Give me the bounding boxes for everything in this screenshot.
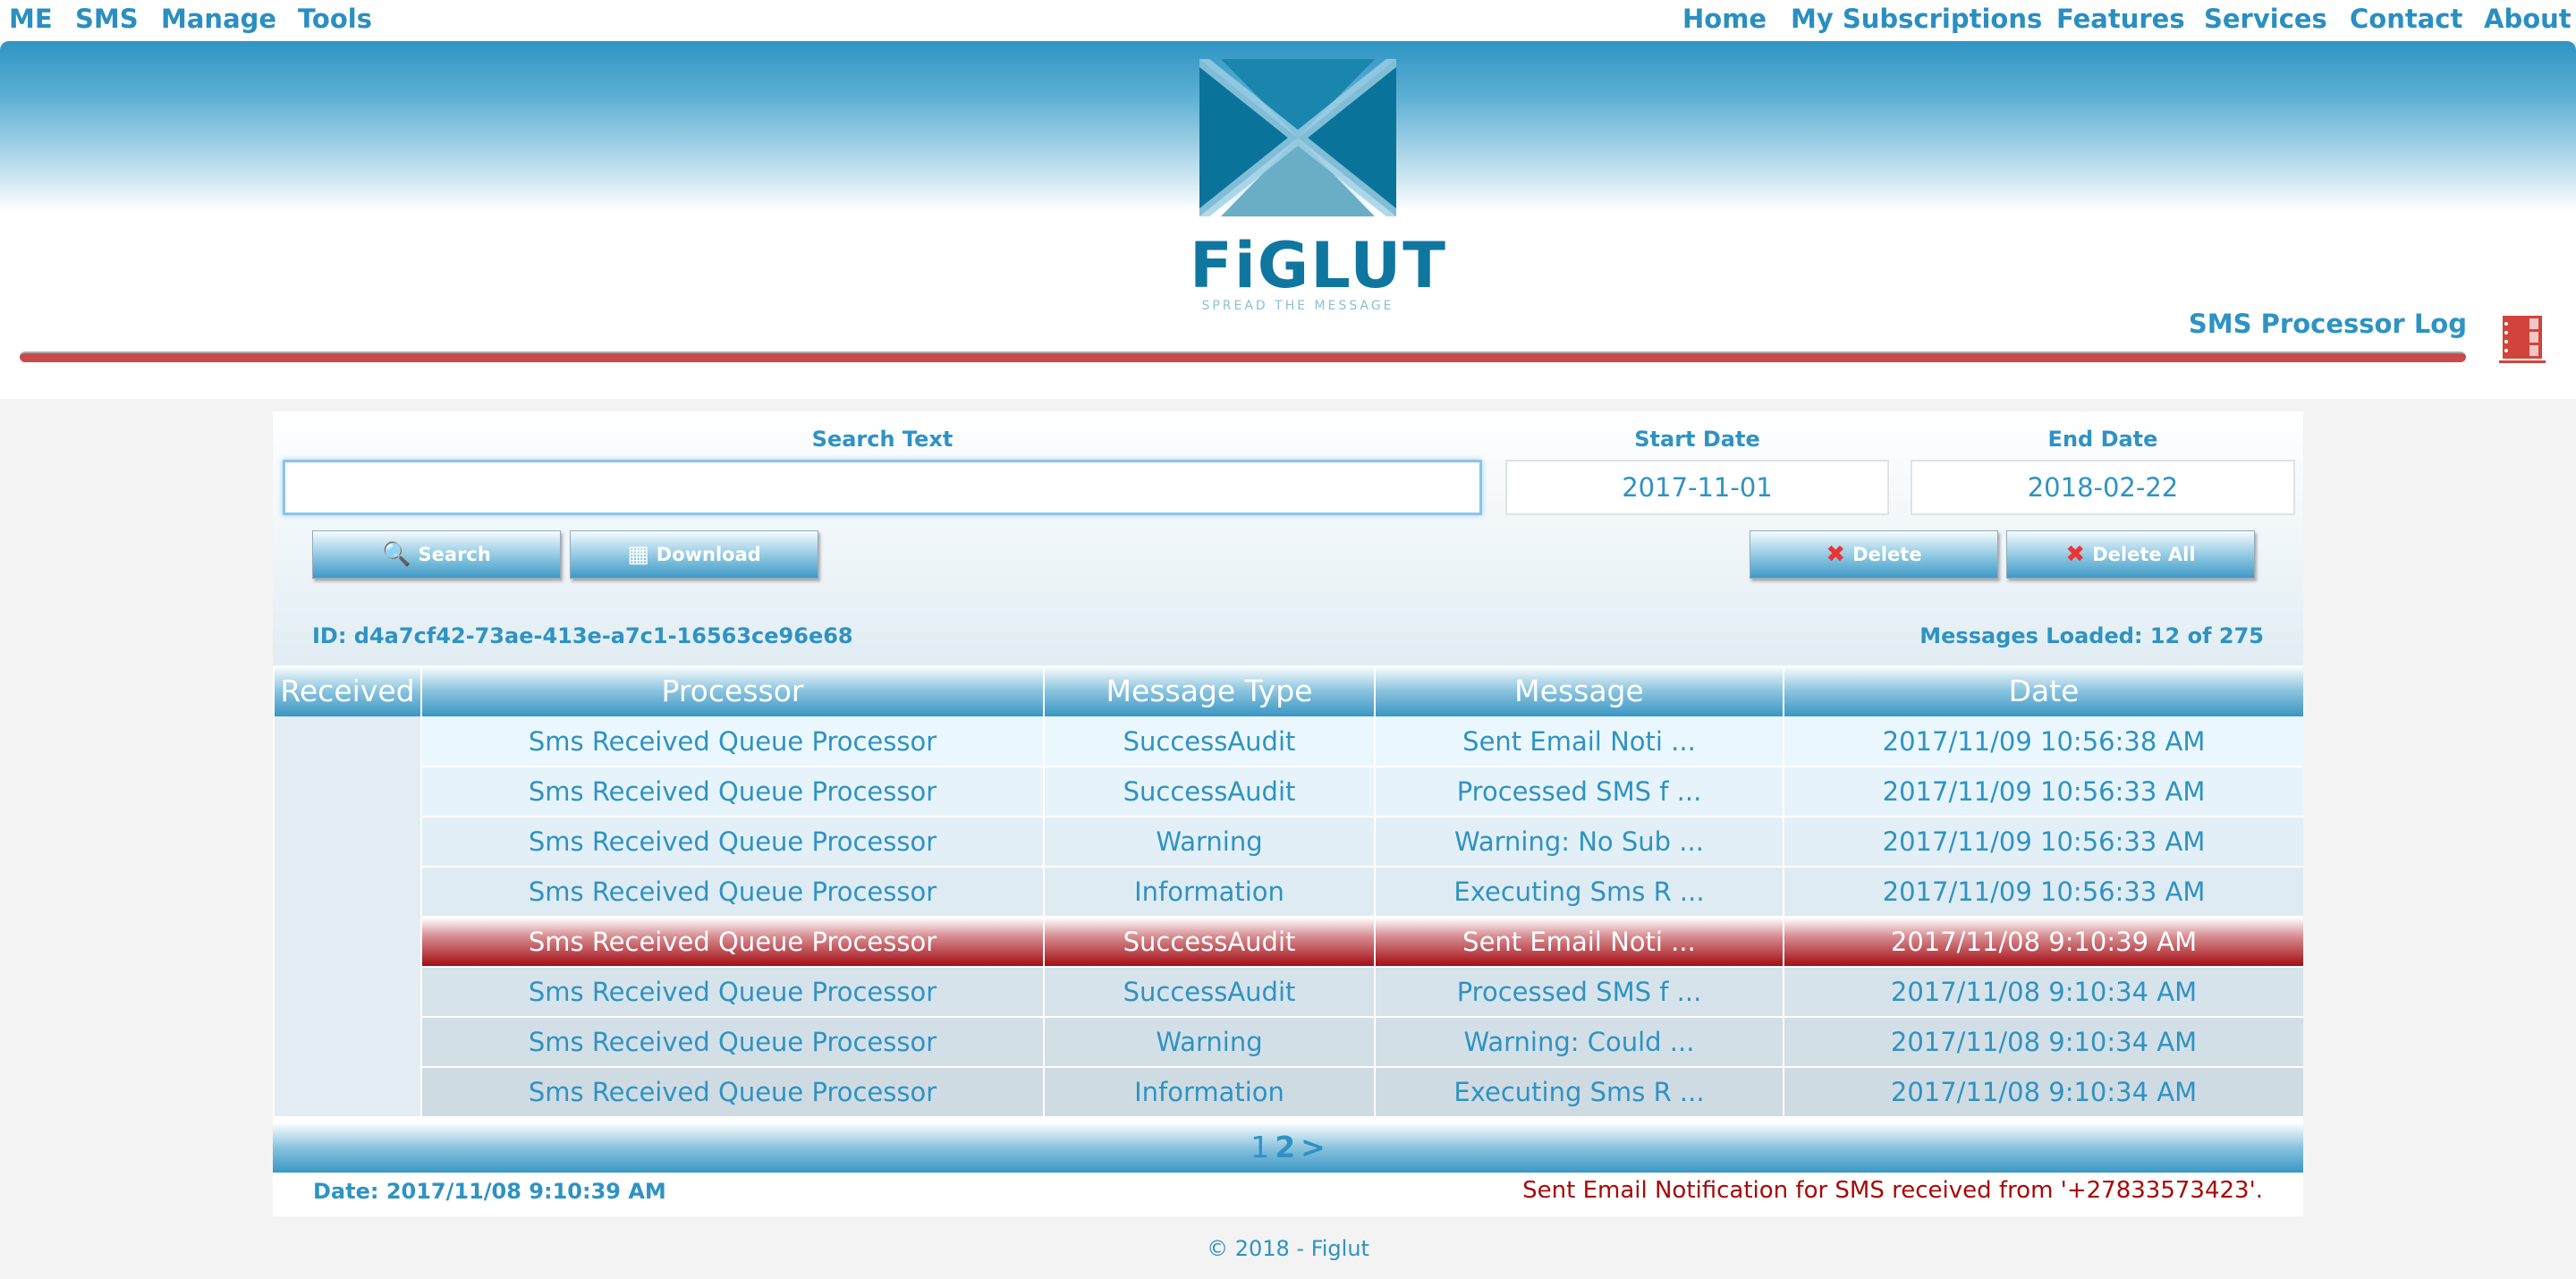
date-cell: 2017/11/08 9:10:34 AM xyxy=(1783,967,2303,1018)
pagination: 1 2 > xyxy=(273,1122,2303,1173)
nav-home[interactable]: Home xyxy=(1682,4,1767,34)
date-cell: 2017/11/08 9:10:34 AM xyxy=(1783,1067,2303,1118)
date-cell: 2017/11/09 10:56:33 AM xyxy=(1783,817,2303,868)
table-row[interactable]: Sms Received Queue Processor SuccessAudit… xyxy=(274,767,2303,817)
nav-sms[interactable]: SMS xyxy=(75,4,139,34)
date-cell: 2017/11/09 10:56:38 AM xyxy=(1783,716,2303,767)
table-row[interactable]: Sms Received Queue Processor Warning Warni… xyxy=(274,817,2303,868)
message-type-cell: Information xyxy=(1043,867,1375,918)
processor-cell: Sms Received Queue Processor xyxy=(420,767,1044,817)
selected-message: Sent Email Notification for SMS received… xyxy=(1522,1177,2263,1204)
nav-contact[interactable]: Contact xyxy=(2350,4,2462,34)
nav-about[interactable]: About xyxy=(2484,4,2572,34)
messages-loaded: Messages Loaded: 12 of 275 xyxy=(1919,623,2264,648)
message-type-cell: Warning xyxy=(1043,1017,1375,1068)
message-type-cell: SuccessAudit xyxy=(1043,767,1375,817)
footer-copyright: © 2018 - Figlut xyxy=(1207,1236,1369,1261)
end-date-input[interactable]: 2018-02-22 xyxy=(1911,460,2295,515)
top-nav: ME SMS Manage Tools Home My Subscription… xyxy=(0,0,2576,41)
nav-manage[interactable]: Manage xyxy=(161,4,276,34)
log-panel: Search Text Start Date End Date 2017-11-… xyxy=(273,411,2303,1216)
search-button[interactable]: 🔍 Search xyxy=(312,530,561,579)
next-page-link[interactable]: > xyxy=(1301,1130,1326,1165)
figlut-logo xyxy=(1199,59,1396,216)
message-cell: Processed SMS f ... xyxy=(1374,967,1784,1018)
message-cell: Sent Email Noti ... xyxy=(1374,716,1784,767)
download-button[interactable]: ▦ Download xyxy=(570,530,818,579)
selected-date: Date: 2017/11/08 9:10:39 AM xyxy=(313,1179,666,1204)
red-x-icon: ✖ xyxy=(1826,541,1846,568)
message-type-cell: SuccessAudit xyxy=(1043,917,1375,968)
magnifier-icon: 🔍 xyxy=(382,541,411,568)
table-row[interactable]: Sms Received Queue Processor SuccessAudit… xyxy=(273,716,2303,1118)
processor-cell: Sms Received Queue Processor xyxy=(420,817,1044,868)
delete-button[interactable]: ✖ Delete xyxy=(1750,530,1998,579)
record-id: ID: d4a7cf42-73ae-413e-a7c1-16563ce96e68 xyxy=(312,623,853,648)
table-row[interactable]: Sms Received Queue Processor SuccessAudit… xyxy=(274,967,2303,1018)
red-x-icon: ✖ xyxy=(2065,541,2086,568)
processor-cell: Sms Received Queue Processor xyxy=(420,1017,1044,1068)
message-type-cell: Information xyxy=(1043,1067,1375,1118)
page-1-link[interactable]: 1 xyxy=(1250,1130,1269,1165)
nav-my-subscriptions[interactable]: My Subscriptions xyxy=(1791,4,2042,34)
col-date[interactable]: Date xyxy=(1783,665,2303,716)
page-2-current: 2 xyxy=(1275,1130,1296,1165)
date-cell: 2017/11/09 10:56:33 AM xyxy=(1783,767,2303,817)
message-cell: Warning: No Sub ... xyxy=(1374,817,1784,868)
start-date-input[interactable]: 2017-11-01 xyxy=(1505,460,1889,515)
table-row[interactable]: Sms Received Queue Processor Information E… xyxy=(274,867,2303,918)
col-message-type[interactable]: Message Type xyxy=(1043,665,1375,716)
message-type-cell: SuccessAudit xyxy=(1043,967,1375,1018)
date-cell: 2017/11/09 10:56:33 AM xyxy=(1783,867,2303,918)
message-cell: Sent Email Noti ... xyxy=(1374,917,1784,968)
message-cell: Warning: Could ... xyxy=(1374,1017,1784,1068)
search-text-label: Search Text xyxy=(811,427,953,452)
search-button-label: Search xyxy=(418,544,491,565)
end-date-label: End Date xyxy=(2047,427,2158,452)
processor-cell: Sms Received Queue Processor xyxy=(420,1067,1044,1118)
delete-all-button-label: Delete All xyxy=(2092,544,2196,565)
message-type-cell: Warning xyxy=(1043,817,1375,868)
processor-cell: Sms Received Queue Processor xyxy=(420,967,1044,1018)
message-cell: Executing Sms R ... xyxy=(1374,1067,1784,1118)
delete-button-label: Delete xyxy=(1852,544,1922,565)
page-title: SMS Processor Log xyxy=(2188,309,2467,339)
brand-tagline: SPREAD THE MESSAGE xyxy=(1201,299,1394,313)
table-row[interactable]: Sms Received Queue Processor SuccessAudit… xyxy=(274,917,2303,968)
search-input[interactable] xyxy=(283,460,1482,515)
delete-all-button[interactable]: ✖ Delete All xyxy=(2006,530,2255,579)
date-cell: 2017/11/08 9:10:34 AM xyxy=(1783,1017,2303,1068)
log-book-icon xyxy=(2499,316,2546,363)
nav-me[interactable]: ME xyxy=(9,4,53,34)
processor-cell: Sms Received Queue Processor xyxy=(420,867,1044,918)
date-cell: 2017/11/08 9:10:39 AM xyxy=(1783,917,2303,968)
download-button-label: Download xyxy=(656,544,761,565)
processor-cell: Sms Received Queue Processor xyxy=(420,917,1044,968)
log-table: Received Processor Message Type Message … xyxy=(273,665,2303,1118)
nav-services[interactable]: Services xyxy=(2204,4,2327,34)
title-divider xyxy=(20,352,2466,362)
received-cell xyxy=(273,716,421,1118)
processor-cell: Sms Received Queue Processor xyxy=(420,716,1044,767)
nav-tools[interactable]: Tools xyxy=(298,4,372,34)
start-date-label: Start Date xyxy=(1634,427,1760,452)
brand-name: FiGLUT xyxy=(1190,229,1447,302)
spreadsheet-icon: ▦ xyxy=(627,541,649,568)
nav-features[interactable]: Features xyxy=(2056,4,2185,34)
table-row[interactable]: Sms Received Queue Processor Warning Warni… xyxy=(274,1017,2303,1068)
col-processor[interactable]: Processor xyxy=(420,665,1044,716)
col-message[interactable]: Message xyxy=(1374,665,1784,716)
message-cell: Processed SMS f ... xyxy=(1374,767,1784,817)
message-cell: Executing Sms R ... xyxy=(1374,867,1784,918)
col-received[interactable]: Received xyxy=(273,665,421,716)
table-row[interactable]: Sms Received Queue Processor Information E… xyxy=(274,1067,2303,1118)
message-type-cell: SuccessAudit xyxy=(1043,716,1375,767)
